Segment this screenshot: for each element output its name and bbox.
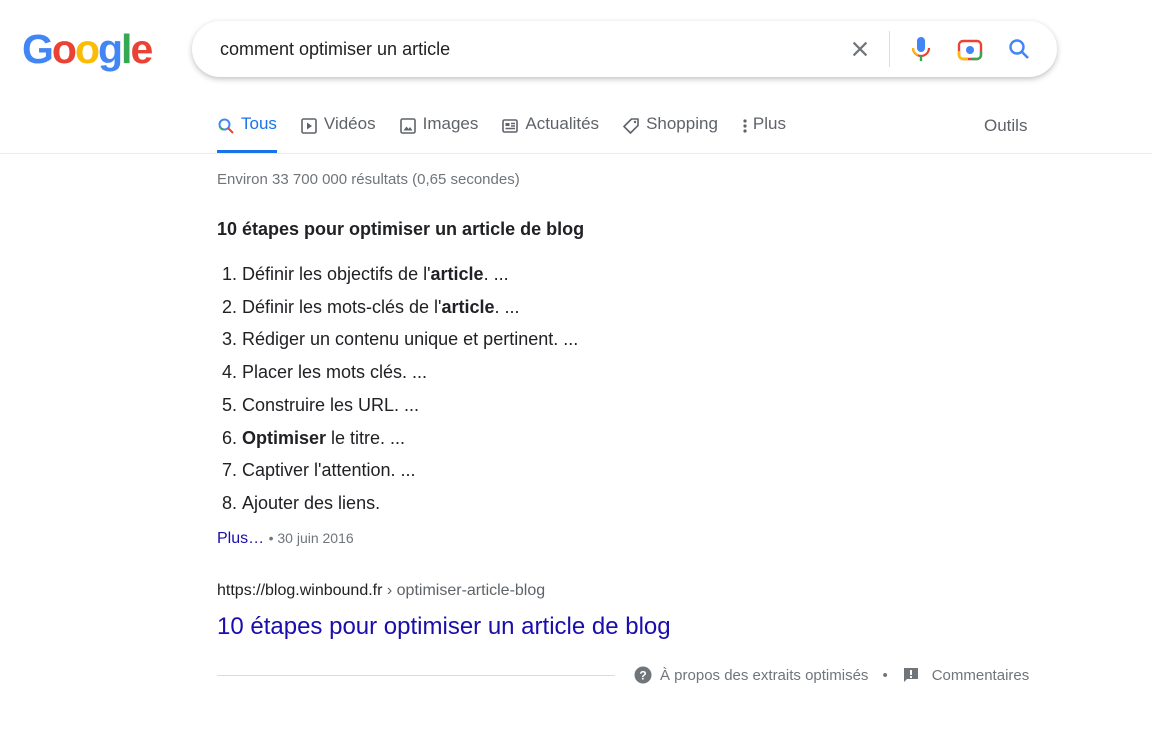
list-text: Placer les mots clés. ... [242,362,428,383]
svg-text:?: ? [639,669,646,683]
tab-tous[interactable]: Tous [217,114,277,153]
tab-label: Tous [241,114,277,133]
news-icon [501,117,519,140]
list-text: Définir les objectifs de l' [242,264,431,284]
search-icon [217,117,235,140]
bold-keyword: Optimiser [242,427,327,448]
list-item: Rédiger un contenu unique et pertinent. … [242,323,578,356]
play-icon [300,117,318,140]
logo-letter: e [130,26,153,72]
result-stats: Environ 33 700 000 résultats (0,65 secon… [217,171,520,188]
more-vert-icon [741,117,749,140]
snippet-date: 30 juin 2016 [277,530,354,546]
logo-letter: g [98,26,123,72]
list-text: . ... [494,296,520,317]
tab-label: Vidéos [323,114,376,133]
list-text: Captiver l'attention. ... [242,460,416,481]
list-text: Définir les mots-clés de l' [242,296,442,317]
search-input[interactable] [218,33,822,65]
feedback-link[interactable]: Commentaires [932,667,1030,684]
about-snippets-link[interactable]: À propos des extraits optimisés [660,667,868,684]
logo-letter: o [51,26,77,72]
list-text: . ... [483,264,509,284]
snippet-footer: ? À propos des extraits optimisés • Comm… [634,666,1029,684]
list-item: Optimiser le titre. ... [242,422,578,455]
tab-vidéos[interactable]: Vidéos [300,114,376,154]
divider [889,31,890,67]
footer-divider [217,675,615,676]
tools-button[interactable]: Outils [984,116,1027,136]
list-item: Définir les objectifs de l'article. ... [242,258,578,291]
tab-label: Shopping [646,114,718,133]
google-logo[interactable]: Google [22,26,153,73]
image-icon [399,117,417,140]
list-item: Placer les mots clés. ... [242,356,578,389]
featured-snippet-list: Définir les objectifs de l'article. ...D… [217,258,578,520]
search-tabs: Tous Vidéos Images Actualités Shopping Plus [217,114,809,154]
help-icon[interactable]: ? [634,666,652,684]
url-domain: https://blog.winbound.fr [217,582,383,599]
header-divider [0,153,1152,154]
search-box [192,21,1057,77]
tab-label: Actualités [525,114,600,133]
microphone-icon[interactable] [907,35,935,63]
tag-icon [622,117,640,140]
logo-letter: G [22,26,54,72]
feedback-icon[interactable] [902,666,920,684]
close-icon[interactable] [846,35,874,63]
camera-lens-icon[interactable] [956,35,984,63]
tab-actualités[interactable]: Actualités [501,114,599,154]
tab-images[interactable]: Images [399,114,479,154]
list-item: Captiver l'attention. ... [242,454,578,487]
bold-keyword: article [430,264,484,284]
url-path: › optimiser-article-blog [382,582,546,599]
list-text: Ajouter des liens. [242,492,381,513]
tab-label: Images [422,114,479,133]
list-item: Construire les URL. ... [242,389,578,422]
tab-shopping[interactable]: Shopping [622,114,718,154]
logo-letter: o [74,26,100,72]
list-item: Définir les mots-clés de l'article. ... [242,291,578,324]
list-text: Rédiger un contenu unique et pertinent. … [242,329,579,350]
separator-dot: • [882,666,888,684]
snippet-meta: Plus… • 30 juin 2016 [217,530,354,548]
tab-plus[interactable]: Plus [741,114,786,154]
list-text: Construire les URL. ... [242,394,420,415]
tab-label: Plus [752,114,786,133]
list-item: Ajouter des liens. [242,487,578,520]
bold-keyword: article [441,296,495,317]
result-title-link[interactable]: 10 étapes pour optimiser un article de b… [217,613,671,641]
more-link[interactable]: Plus… [217,530,264,547]
featured-snippet-title: 10 étapes pour optimiser un article de b… [217,219,585,239]
result-url[interactable]: https://blog.winbound.fr › optimiser-art… [217,582,545,600]
search-icon[interactable] [1005,35,1033,63]
list-text: le titre. ... [326,427,406,448]
